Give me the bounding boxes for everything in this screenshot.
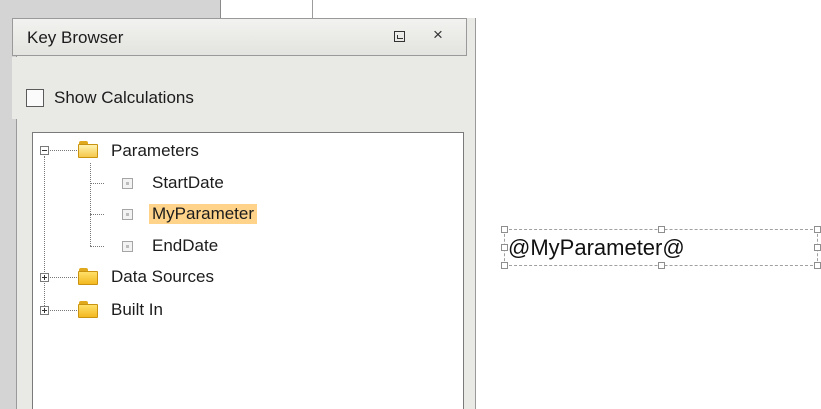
folder-open-icon	[78, 141, 99, 158]
resize-handle[interactable]	[814, 226, 821, 233]
parameter-key-icon	[122, 178, 133, 189]
workspace-divider	[312, 0, 313, 18]
resize-handle[interactable]	[814, 262, 821, 269]
panel-titlebar[interactable]: Key Browser ×	[12, 18, 467, 56]
tree-node-built-in[interactable]: Built In	[111, 300, 163, 320]
parameter-key-icon	[122, 209, 133, 220]
resize-handle[interactable]	[814, 244, 821, 251]
tree-line	[90, 163, 91, 246]
report-text-content[interactable]: @MyParameter@	[508, 235, 685, 261]
resize-handle[interactable]	[658, 226, 665, 233]
folder-icon	[78, 268, 99, 285]
panel-title: Key Browser	[27, 28, 124, 47]
resize-handle[interactable]	[501, 226, 508, 233]
tree-node-myparameter[interactable]: MyParameter	[149, 204, 258, 224]
restore-icon[interactable]	[394, 31, 405, 42]
tree-node-enddate[interactable]: EndDate	[152, 236, 218, 256]
tree-line	[44, 156, 45, 312]
folder-icon	[78, 301, 99, 318]
expand-toggle-icon[interactable]	[40, 273, 49, 282]
tree-node-startdate[interactable]: StartDate	[152, 173, 224, 193]
workspace-left-edge	[0, 0, 8, 409]
tree-line	[45, 310, 77, 311]
expand-toggle-icon[interactable]	[40, 306, 49, 315]
show-calculations-label[interactable]: Show Calculations	[54, 88, 194, 108]
tree-node-parameters[interactable]: Parameters	[111, 141, 199, 161]
show-calculations-checkbox[interactable]	[26, 89, 44, 107]
resize-handle[interactable]	[501, 262, 508, 269]
tree-line	[90, 214, 104, 215]
collapse-toggle-icon[interactable]	[40, 146, 49, 155]
tree-line	[90, 246, 104, 247]
tree-node-data-sources[interactable]: Data Sources	[111, 267, 214, 287]
tree-line	[45, 277, 77, 278]
parameter-key-icon	[122, 241, 133, 252]
close-icon[interactable]: ×	[433, 25, 443, 45]
resize-handle[interactable]	[501, 244, 508, 251]
tree-line	[90, 183, 104, 184]
resize-handle[interactable]	[658, 262, 665, 269]
workspace-top-area	[8, 0, 221, 18]
tree-line	[45, 150, 77, 151]
